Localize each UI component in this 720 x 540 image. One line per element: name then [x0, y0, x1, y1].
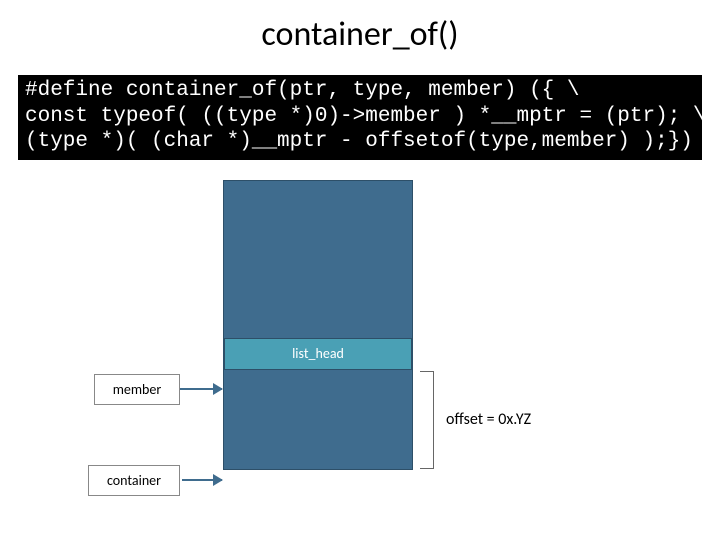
member-label: member — [94, 374, 180, 405]
struct-box — [223, 180, 413, 470]
slide: container_of() #define container_of(ptr,… — [0, 0, 720, 540]
offset-label: offset = 0x.YZ — [446, 410, 531, 429]
container-label: container — [88, 465, 180, 496]
field-box: list_head — [224, 338, 412, 370]
slide-title: container_of() — [0, 14, 720, 55]
offset-bracket — [420, 371, 434, 469]
arrow-container — [182, 479, 222, 481]
code-block: #define container_of(ptr, type, member) … — [18, 75, 702, 160]
diagram: list_head member container offset = 0x.Y… — [0, 180, 720, 520]
arrow-member — [180, 388, 222, 390]
